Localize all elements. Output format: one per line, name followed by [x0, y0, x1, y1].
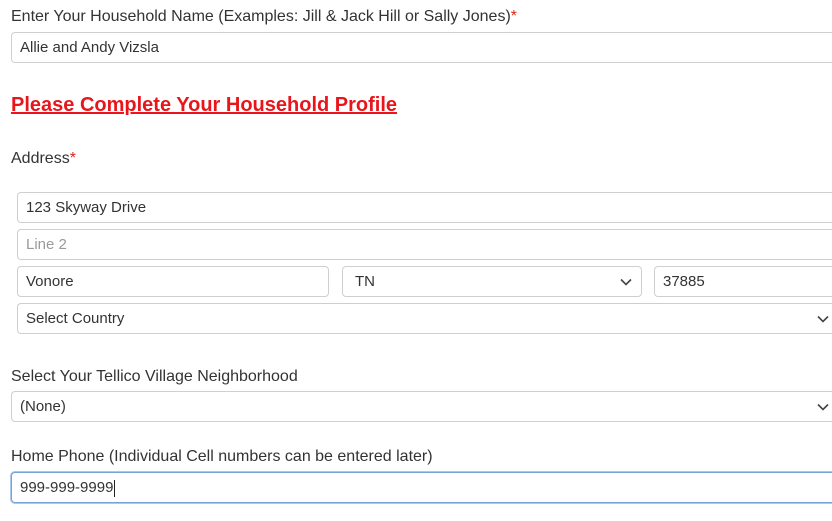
home-phone-value: 999-999-9999	[20, 479, 114, 496]
country-select[interactable]: Select Country	[17, 303, 832, 334]
required-mark: *	[69, 150, 76, 167]
address-line2-input[interactable]: Line 2	[17, 229, 832, 260]
household-name-label: Enter Your Household Name (Examples: Jil…	[11, 8, 517, 26]
text-cursor	[114, 479, 116, 497]
address-line1-value: 123 Skyway Drive	[26, 199, 147, 216]
city-value: Vonore	[26, 273, 74, 290]
zip-value: 37885	[663, 273, 705, 290]
neighborhood-select[interactable]: (None)	[11, 391, 832, 422]
chevron-down-icon	[816, 304, 830, 333]
zip-input[interactable]: 37885	[654, 266, 832, 297]
city-input[interactable]: Vonore	[17, 266, 329, 297]
country-value: Select Country	[26, 310, 125, 327]
address-line1-input[interactable]: 123 Skyway Drive	[17, 192, 832, 223]
household-name-label-text: Enter Your Household Name (Examples: Jil…	[11, 8, 511, 25]
state-select[interactable]: TN	[342, 266, 642, 297]
neighborhood-label: Select Your Tellico Village Neighborhood	[11, 368, 298, 385]
neighborhood-value: (None)	[20, 398, 66, 415]
profile-heading: Please Complete Your Household Profile	[11, 94, 398, 116]
required-mark: *	[510, 8, 517, 25]
home-phone-label: Home Phone (Individual Cell numbers can …	[11, 448, 433, 465]
household-name-value: Allie and Andy Vizsla	[20, 39, 159, 56]
home-phone-input[interactable]: 999-999-9999	[11, 472, 832, 503]
address-line2-placeholder: Line 2	[26, 236, 67, 253]
chevron-down-icon	[619, 267, 633, 296]
state-value: TN	[355, 273, 375, 290]
address-label-text: Address	[11, 150, 70, 167]
address-label: Address*	[11, 150, 76, 168]
chevron-down-icon	[816, 392, 830, 421]
household-name-input[interactable]: Allie and Andy Vizsla	[11, 32, 832, 63]
